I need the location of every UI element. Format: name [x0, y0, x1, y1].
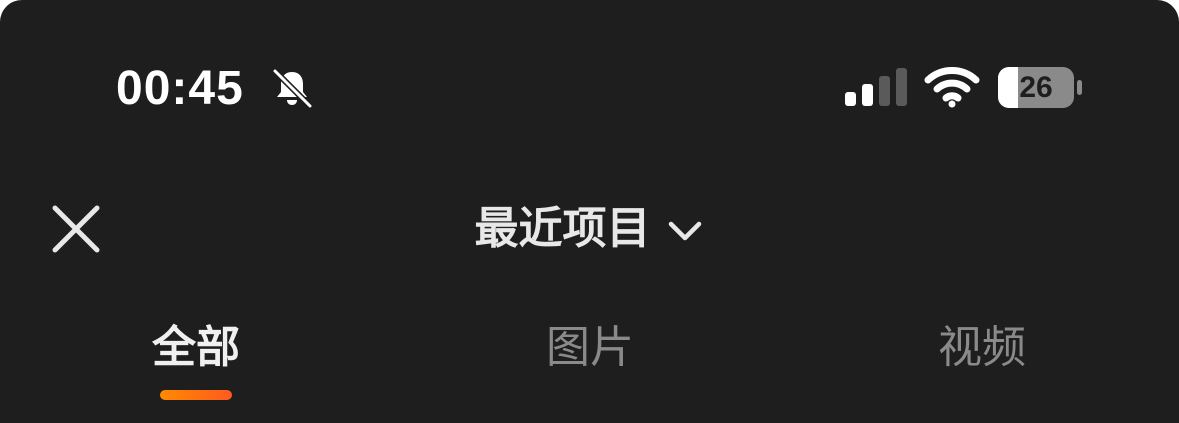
album-title: 最近项目 [474, 203, 651, 254]
tab-all[interactable]: 全部 [134, 316, 258, 400]
cellular-signal-icon [845, 68, 907, 106]
nav-header: 最近项目 [0, 185, 1179, 275]
status-bar: 00:45 26 [0, 0, 1179, 170]
battery-level-text: 26 [1019, 71, 1053, 104]
tab-videos[interactable]: 视频 [920, 316, 1044, 400]
chevron-down-icon [668, 221, 701, 241]
bell-slash-icon [272, 68, 313, 109]
tab-photos-label: 图片 [546, 322, 634, 373]
media-type-tabs: 全部 图片 视频 [0, 308, 1179, 423]
tab-videos-label: 视频 [938, 322, 1026, 373]
tab-photos[interactable]: 图片 [528, 316, 652, 400]
battery-icon: 26 [998, 67, 1084, 109]
album-picker-screen: 00:45 26 最近项目 全部 图片 视频 [0, 0, 1179, 423]
status-time: 00:45 [116, 62, 244, 115]
tab-all-label: 全部 [152, 322, 240, 373]
active-tab-indicator [160, 390, 232, 400]
wifi-icon [924, 67, 980, 108]
album-selector[interactable]: 最近项目 [0, 193, 1179, 265]
